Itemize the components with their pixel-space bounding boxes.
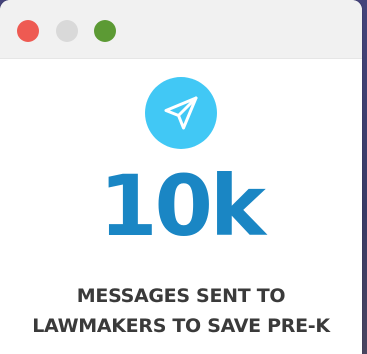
window-minimize-button[interactable] <box>56 20 78 42</box>
stat-caption-line-1: MESSAGES SENT TO <box>76 285 286 307</box>
stat-card: 10k MESSAGES SENT TO LAWMAKERS TO SAVE P… <box>0 59 362 354</box>
window-close-button[interactable] <box>17 20 39 42</box>
app-window: 10k MESSAGES SENT TO LAWMAKERS TO SAVE P… <box>0 0 362 354</box>
window-zoom-button[interactable] <box>94 20 116 42</box>
window-titlebar[interactable] <box>0 0 362 59</box>
stat-value: 10k <box>99 157 266 255</box>
paper-plane-send-icon <box>164 96 198 130</box>
stat-caption-line-2: LAWMAKERS TO SAVE PRE-K <box>32 315 330 337</box>
send-icon-badge <box>145 77 217 149</box>
stat-caption: MESSAGES SENT TO LAWMAKERS TO SAVE PRE-K <box>0 281 362 341</box>
